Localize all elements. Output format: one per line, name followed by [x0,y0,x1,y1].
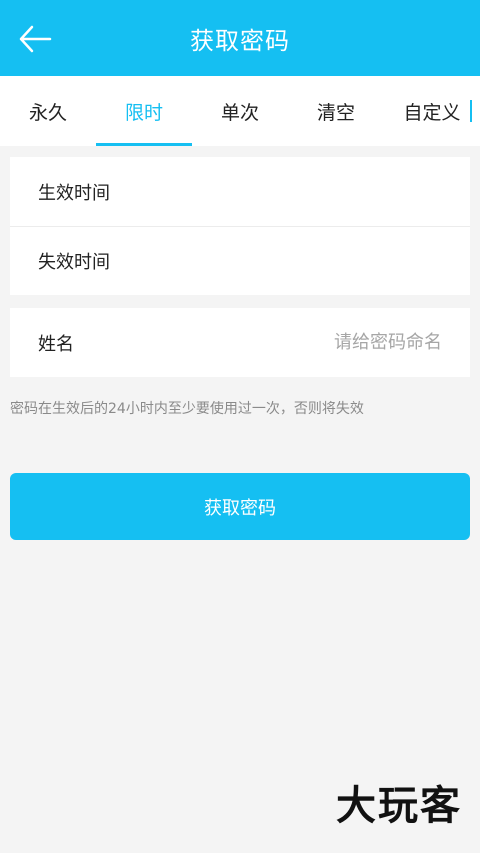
tab-label: 自定义 [403,101,461,124]
tab-custom[interactable]: 自定义 [384,76,480,146]
validity-note: 密码在生效后的24小时内至少要使用过一次，否则将失效 [10,401,364,417]
name-card: 姓名 [10,308,470,377]
start-time-label: 生效时间 [38,182,110,204]
end-time-row[interactable]: 失效时间 [10,226,470,295]
app-screen: 获取密码 永久 限时 单次 清空 自定义 生效时间 失效时间 姓名 密码在生效后… [0,0,480,853]
start-time-row[interactable]: 生效时间 [10,157,470,226]
tab-clear[interactable]: 清空 [288,76,384,146]
tab-label: 单次 [220,101,259,124]
name-row: 姓名 [10,308,470,377]
tab-label: 永久 [28,101,67,124]
time-settings-card: 生效时间 失效时间 [10,157,470,295]
tab-permanent[interactable]: 永久 [0,76,96,146]
password-type-tabs: 永久 限时 单次 清空 自定义 [0,76,480,146]
watermark-logo: 大玩客 [336,783,462,829]
arrow-left-icon [19,25,52,53]
get-password-button[interactable]: 获取密码 [10,473,470,540]
name-input[interactable] [242,332,442,353]
page-title: 获取密码 [190,26,290,55]
tab-scroll-indicator [470,100,472,122]
end-time-label: 失效时间 [38,252,110,273]
tab-time-limited[interactable]: 限时 [96,76,192,146]
back-button[interactable] [14,18,56,60]
header-bar: 获取密码 [0,0,480,76]
tab-label: 限时 [124,101,163,124]
tab-single-use[interactable]: 单次 [192,76,288,146]
tab-label: 清空 [316,101,355,124]
name-label: 姓名 [38,333,74,355]
